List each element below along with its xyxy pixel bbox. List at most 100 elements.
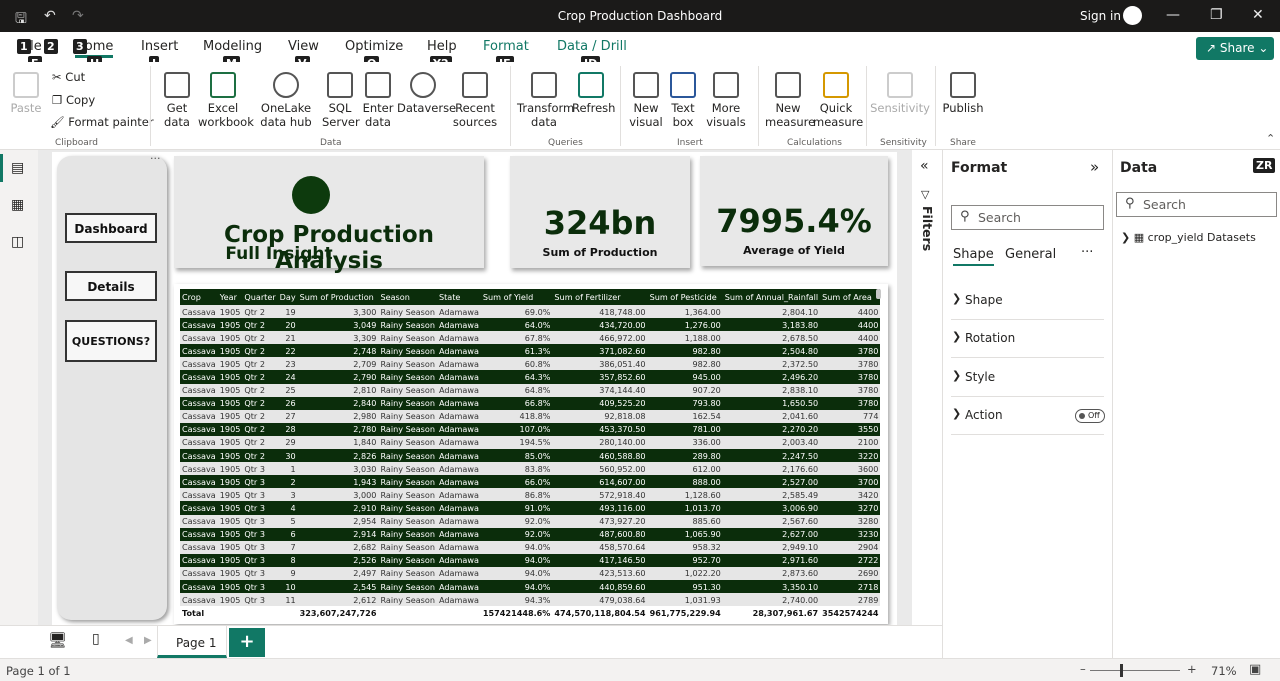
column-header[interactable]: Day (277, 289, 298, 305)
text-box-button[interactable]: Text box (666, 72, 700, 129)
avatar[interactable] (1123, 6, 1142, 25)
collapse-pane-icon[interactable]: » (1090, 158, 1099, 176)
table-row[interactable]: Cassava 1905 Qtr 3 6 2,914 Rainy Season Adamaw… (180, 527, 881, 541)
sql-server-button[interactable]: SQL Server (322, 72, 360, 129)
column-header[interactable]: Sum of Yield (480, 289, 553, 305)
column-header[interactable]: Year (217, 289, 243, 305)
column-header[interactable]: Sum of Production (297, 289, 379, 305)
details-nav-button[interactable]: Details (65, 271, 157, 301)
minimize-icon[interactable]: — (1166, 7, 1180, 23)
page-tab[interactable]: Page 1 (157, 626, 227, 658)
table-row[interactable]: Cassava 1905 Qtr 3 1 3,030 Rainy Season Adamaw… (180, 462, 881, 476)
column-header[interactable]: Sum of Pesticide (647, 289, 723, 305)
transform-data-button[interactable]: Transform data (517, 72, 574, 129)
tab-shape[interactable]: Shape (953, 247, 994, 266)
column-header[interactable]: Sum of Annual_Rainfall (722, 289, 821, 305)
tab-help[interactable]: Help (427, 39, 457, 54)
paste-button[interactable]: Paste (8, 72, 44, 115)
more-options-icon[interactable]: ··· (150, 152, 161, 165)
table-row[interactable]: Cassava 1905 Qtr 2 27 2,980 Rainy Season Adama… (180, 409, 881, 423)
tab-view[interactable]: View (288, 39, 319, 54)
dashboard-nav-button[interactable]: Dashboard (65, 213, 157, 243)
questions-nav-button[interactable]: QUESTIONS? (65, 320, 157, 362)
table-row[interactable]: Cassava 1905 Qtr 2 19 3,300 Rainy Season Adama… (180, 305, 881, 319)
table-row[interactable]: Cassava 1905 Qtr 2 26 2,840 Rainy Season Adama… (180, 396, 881, 410)
format-painter-button[interactable]: 🖌 Format painter (50, 115, 154, 129)
column-header[interactable]: Quarter (242, 289, 278, 305)
table-row[interactable]: Cassava 1905 Qtr 2 25 2,810 Rainy Season Adama… (180, 383, 881, 397)
refresh-button[interactable]: Refresh (572, 72, 615, 115)
tab-optimize[interactable]: Optimize (345, 39, 403, 54)
filters-pane-collapsed[interactable]: « ▽ Filters (912, 150, 942, 625)
table-row[interactable]: Cassava 1905 Qtr 2 29 1,840 Rainy Season Adama… (180, 435, 881, 450)
column-header[interactable]: State (436, 289, 481, 305)
expand-icon[interactable]: « (920, 158, 929, 174)
table-row[interactable]: Cassava 1905 Qtr 3 8 2,526 Rainy Season Adamaw… (180, 553, 881, 567)
more-options-icon[interactable]: ··· (1081, 245, 1093, 260)
table-row[interactable]: Cassava 1905 Qtr 3 11 2,612 Rainy Season Adama… (180, 593, 881, 607)
column-header[interactable]: Season (378, 289, 437, 305)
desktop-layout-icon[interactable]: 🖥 (48, 631, 67, 649)
table-row[interactable]: Cassava 1905 Qtr 2 24 2,790 Rainy Season Adama… (180, 370, 881, 384)
new-measure-button[interactable]: New measure (765, 72, 815, 129)
table-row[interactable]: Cassava 1905 Qtr 3 2 1,943 Rainy Season Adamaw… (180, 475, 881, 489)
publish-button[interactable]: Publish (942, 72, 984, 115)
column-header[interactable]: Sum of Fertilizer (552, 289, 648, 305)
sensitivity-button[interactable]: Sensitivity (870, 72, 930, 115)
more-visuals-button[interactable]: More visuals (702, 72, 750, 129)
new-visual-button[interactable]: New visual (628, 72, 664, 129)
table-row[interactable]: Cassava 1905 Qtr 2 20 3,049 Rainy Season Adama… (180, 318, 881, 332)
recent-sources-button[interactable]: Recent sources (450, 72, 500, 129)
get-data-button[interactable]: Get data (158, 72, 196, 129)
table-row[interactable]: Cassava 1905 Qtr 3 4 2,910 Rainy Season Adamaw… (180, 501, 881, 515)
table-row[interactable]: Cassava 1905 Qtr 3 5 2,954 Rainy Season Adamaw… (180, 514, 881, 528)
table-row[interactable]: Cassava 1905 Qtr 2 23 2,709 Rainy Season Adama… (180, 357, 881, 371)
dataset-item[interactable]: ❯ ▦ crop_yield Datasets (1121, 231, 1256, 244)
table-row[interactable]: Cassava 1905 Qtr 3 10 2,545 Rainy Season Adama… (180, 579, 881, 594)
tab-insert[interactable]: Insert (141, 39, 178, 54)
share-button[interactable]: ↗ Share ⌄ (1196, 37, 1274, 60)
model-view-icon[interactable]: ◫ (11, 234, 24, 250)
enter-data-button[interactable]: Enter data (361, 72, 395, 129)
section-style[interactable]: ❯ Style (951, 359, 1104, 397)
tab-format[interactable]: Format (483, 39, 529, 54)
table-row[interactable]: Cassava 1905 Qtr 2 22 2,748 Rainy Season Adama… (180, 344, 881, 358)
report-view-icon[interactable]: ▤ (11, 160, 24, 176)
mobile-layout-icon[interactable]: ▯ (92, 631, 100, 647)
data-search-input[interactable]: ⚲ Search (1116, 192, 1277, 217)
section-action[interactable]: ❯ Action Off (951, 397, 1105, 435)
close-icon[interactable]: ✕ (1252, 7, 1264, 23)
scroll-right-icon[interactable]: ▶ (144, 635, 152, 646)
table-row[interactable]: Cassava 1905 Qtr 3 7 2,682 Rainy Season Adamaw… (180, 540, 881, 554)
action-toggle[interactable]: Off (1075, 409, 1105, 423)
tab-modeling[interactable]: Modeling (203, 39, 262, 54)
collapse-ribbon-icon[interactable]: ⌃ (1266, 132, 1275, 145)
column-header[interactable]: Crop (180, 289, 218, 305)
zoom-slider[interactable] (1090, 670, 1180, 671)
scroll-left-icon[interactable]: ◀ (125, 635, 133, 646)
tab-general[interactable]: General (1005, 247, 1056, 262)
table-row[interactable]: Cassava 1905 Qtr 3 9 2,497 Rainy Season Adamaw… (180, 566, 881, 580)
copy-button[interactable]: ❐ Copy (52, 93, 95, 107)
table-row[interactable]: Cassava 1905 Qtr 3 3 3,000 Rainy Season Adamaw… (180, 488, 881, 502)
format-search-input[interactable]: ⚲ Search (951, 205, 1104, 230)
tab-data-drill[interactable]: Data / Drill (557, 39, 627, 54)
table-row[interactable]: Cassava 1905 Qtr 2 21 3,309 Rainy Season Adama… (180, 331, 881, 345)
table-row[interactable]: Cassava 1905 Qtr 2 30 2,826 Rainy Season Adama… (180, 449, 881, 463)
zoom-out-icon[interactable]: – (1080, 662, 1086, 676)
zoom-slider-handle[interactable] (1120, 664, 1123, 677)
table-row[interactable]: Cassava 1905 Qtr 2 28 2,780 Rainy Season Adama… (180, 422, 881, 436)
cut-button[interactable]: ✂ Cut (52, 70, 85, 84)
section-shape[interactable]: ❯ Shape (951, 282, 1104, 320)
table-view-icon[interactable]: ▦ (11, 197, 24, 213)
column-header[interactable]: Sum of Area (820, 289, 881, 305)
excel-workbook-button[interactable]: Excel workbook (198, 72, 254, 129)
restore-icon[interactable]: ❐ (1210, 7, 1223, 23)
zoom-in-icon[interactable]: + (1187, 662, 1197, 676)
quick-measure-button[interactable]: Quick measure (813, 72, 863, 129)
add-page-button[interactable]: + (229, 628, 265, 657)
section-rotation[interactable]: ❯ Rotation (951, 320, 1104, 358)
dataverse-button[interactable]: Dataverse (397, 72, 456, 115)
fit-to-page-icon[interactable]: ▣ (1249, 662, 1261, 677)
sign-in-link[interactable]: Sign in (1080, 9, 1121, 23)
